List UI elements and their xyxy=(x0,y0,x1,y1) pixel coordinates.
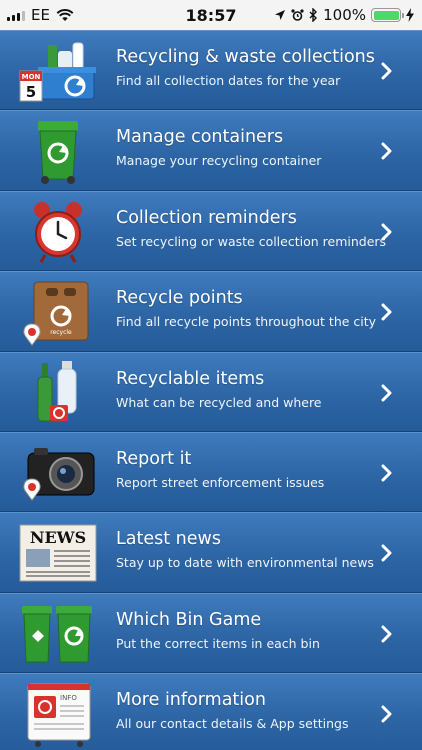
menu-item-subtitle: Find all recycle points throughout the c… xyxy=(116,314,377,330)
clock: 18:57 xyxy=(185,5,237,25)
menu-item-title: Collection reminders xyxy=(116,207,297,228)
menu-item-title: Latest news xyxy=(116,529,221,550)
newspaper-icon: NEWS xyxy=(18,519,98,587)
bluetooth-icon xyxy=(309,8,318,22)
main-menu: MON 5 Recycling & waste collections Find… xyxy=(0,30,422,750)
battery-percent: 100% xyxy=(323,6,366,24)
chevron-right-icon xyxy=(381,223,392,241)
menu-item-recycling-collections[interactable]: MON 5 Recycling & waste collections Find… xyxy=(0,30,422,111)
menu-item-title: Manage containers xyxy=(116,127,284,148)
menu-item-title: Recyclable items xyxy=(116,368,265,389)
menu-item-subtitle: Stay up to date with environmental news xyxy=(116,555,374,571)
chevron-right-icon xyxy=(381,625,392,643)
alarm-clock-icon xyxy=(18,198,98,266)
menu-item-title: Report it xyxy=(116,448,192,469)
chevron-right-icon xyxy=(381,705,392,723)
menu-item-subtitle: Report street enforcement issues xyxy=(116,474,325,490)
chevron-right-icon xyxy=(381,544,392,562)
status-bar: EE 18:57 100% xyxy=(0,0,422,30)
info-card-icon: INFO xyxy=(18,680,98,748)
menu-item-latest-news[interactable]: NEWS Latest news Stay up to date with en… xyxy=(0,512,422,593)
chevron-right-icon xyxy=(381,303,392,321)
menu-item-title: Which Bin Game xyxy=(116,609,262,630)
chevron-right-icon xyxy=(381,142,392,160)
camera-icon xyxy=(18,439,98,507)
menu-item-report-it[interactable]: Report it Report street enforcement issu… xyxy=(0,431,422,513)
menu-item-subtitle: All our contact details & App settings xyxy=(116,716,349,732)
recycle-bank-label: recycle xyxy=(50,329,72,336)
calendar-day-label: 5 xyxy=(26,83,36,101)
calendar-recycling-icon: MON 5 xyxy=(18,37,98,105)
battery-icon xyxy=(371,8,404,22)
menu-item-subtitle: What can be recycled and where xyxy=(116,394,322,410)
menu-item-more-information[interactable]: INFO More information All our contact de… xyxy=(0,673,422,750)
menu-item-title: Recycling & waste collections xyxy=(116,47,375,67)
alarm-icon xyxy=(291,8,304,21)
menu-item-subtitle: Put the correct items in each bin xyxy=(116,635,320,651)
menu-item-subtitle: Set recycling or waste collection remind… xyxy=(116,233,387,249)
menu-item-recycle-points[interactable]: recycle Recycle points Find all recycle … xyxy=(0,271,422,352)
menu-item-collection-reminders[interactable]: Collection reminders Set recycling or wa… xyxy=(0,190,422,272)
chevron-right-icon xyxy=(381,384,392,402)
bins-game-icon xyxy=(18,600,98,668)
menu-item-title: Recycle points xyxy=(116,288,243,309)
recycle-bank-icon: recycle xyxy=(18,278,98,347)
menu-item-recyclable-items[interactable]: Recyclable items What can be recycled an… xyxy=(0,351,422,432)
info-card-label: INFO xyxy=(60,694,77,702)
news-masthead: NEWS xyxy=(30,528,86,547)
location-arrow-icon xyxy=(275,10,286,20)
chevron-right-icon xyxy=(381,464,392,482)
green-bin-icon xyxy=(18,117,98,185)
chevron-right-icon xyxy=(381,62,392,80)
menu-item-manage-containers[interactable]: Manage containers Manage your recycling … xyxy=(0,110,422,191)
menu-item-which-bin-game[interactable]: Which Bin Game Put the correct items in … xyxy=(0,592,422,674)
bottles-icon xyxy=(18,359,98,427)
menu-item-subtitle: Manage your recycling container xyxy=(116,153,322,169)
menu-item-title: More information xyxy=(116,690,266,711)
menu-item-subtitle: Find all collection dates for the year xyxy=(116,73,341,88)
calendar-month-label: MON xyxy=(22,73,41,81)
charging-bolt-icon xyxy=(406,8,414,22)
